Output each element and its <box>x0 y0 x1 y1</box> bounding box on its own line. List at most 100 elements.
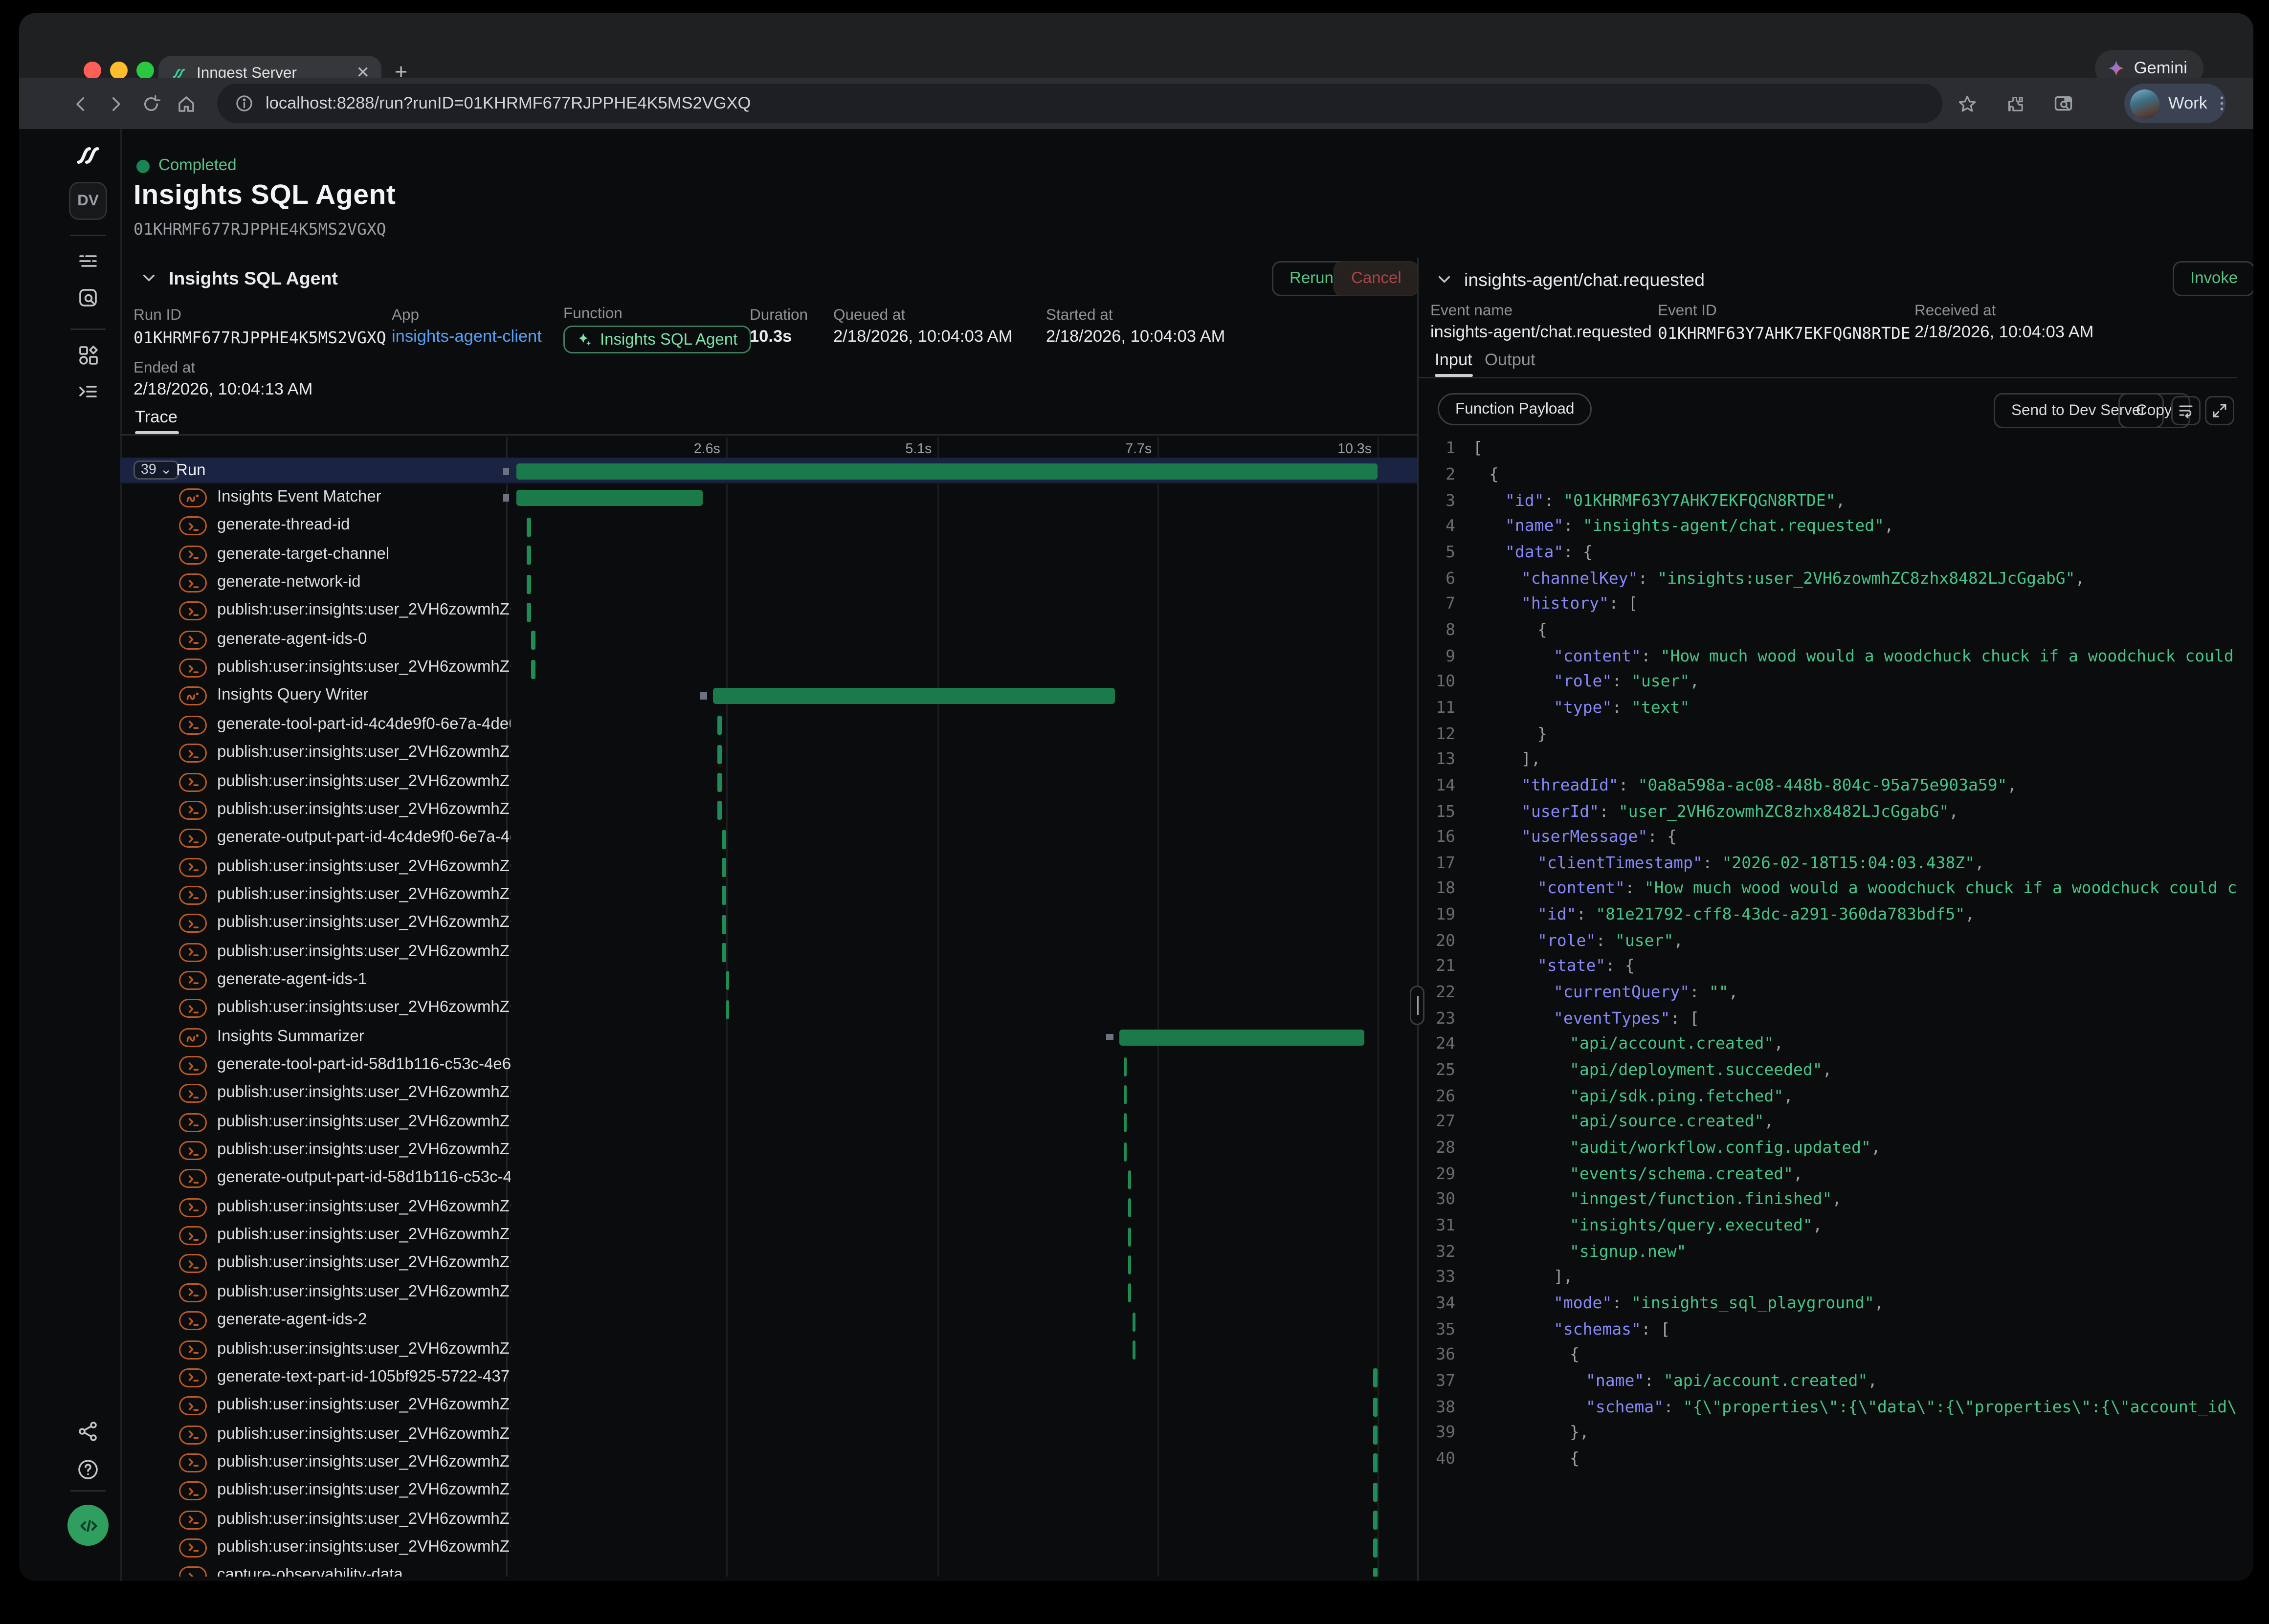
trace-row[interactable]: generate-target-channel <box>120 541 1417 569</box>
trace-row[interactable]: publish:user:insights:user_2VH6zowmhZC8z… <box>120 995 1417 1023</box>
trace-row[interactable]: publish:user:insights:user_2VH6zowmhZC8z… <box>120 597 1417 626</box>
trace-row[interactable]: generate-text-part-id-105bf925-5722-4371… <box>120 1364 1417 1392</box>
step-span-tick[interactable] <box>1132 1312 1136 1331</box>
trace-row[interactable]: generate-tool-part-id-58d1b116-c53c-4e6c… <box>120 1052 1417 1080</box>
step-span-tick[interactable] <box>722 858 726 877</box>
collapse-run-icon[interactable] <box>139 268 158 287</box>
trace-row[interactable]: publish:user:insights:user_2VH6zowmhZC8z… <box>120 1250 1417 1278</box>
inngest-logo[interactable] <box>67 135 109 176</box>
step-span-tick[interactable] <box>1128 1170 1132 1189</box>
sidebar-item-apps[interactable] <box>67 334 109 375</box>
expand-icon[interactable] <box>2205 396 2234 425</box>
bookmark-star-icon[interactable] <box>1951 88 1982 119</box>
function-badge[interactable]: Insights SQL Agent <box>563 326 751 353</box>
trace-row[interactable]: publish:user:insights:user_2VH6zowmhZC8z… <box>120 768 1417 796</box>
trace-row[interactable]: publish:user:insights:user_2VH6zowmhZC8z… <box>120 796 1417 825</box>
sidebar-item-events[interactable] <box>67 277 109 318</box>
tab-input[interactable]: Input <box>1435 352 1472 370</box>
trace-row[interactable]: publish:user:insights:user_2VH6zowmhZC8z… <box>120 654 1417 682</box>
trace-row[interactable]: publish:user:insights:user_2VH6zowmhZC8z… <box>120 1222 1417 1250</box>
step-span-tick[interactable] <box>1373 1567 1377 1577</box>
trace-row[interactable]: capture-observability-data <box>120 1562 1417 1577</box>
close-window-button[interactable] <box>84 62 101 79</box>
step-span-bar[interactable] <box>1119 1029 1365 1045</box>
run-span-bar[interactable] <box>516 463 1378 479</box>
step-span-tick[interactable] <box>722 830 726 849</box>
step-span-tick[interactable] <box>726 1000 730 1019</box>
app-badge[interactable]: DV <box>69 182 107 220</box>
trace-row[interactable]: publish:user:insights:user_2VH6zowmhZC8z… <box>120 881 1417 910</box>
extensions-icon[interactable] <box>2000 88 2030 119</box>
trace-row[interactable]: publish:user:insights:user_2VH6zowmhZC8z… <box>120 1193 1417 1222</box>
trace-row[interactable]: Insights Summarizer <box>120 1023 1417 1052</box>
cancel-button[interactable]: Cancel <box>1334 261 1419 296</box>
trace-row[interactable]: generate-output-part-id-58d1b116-c53c-4e… <box>120 1165 1417 1193</box>
sidebar-item-functions[interactable] <box>67 371 109 412</box>
step-span-tick[interactable] <box>718 801 722 820</box>
reload-icon[interactable] <box>135 88 166 119</box>
step-span-tick[interactable] <box>527 574 531 593</box>
trace-row[interactable]: publish:user:insights:user_2VH6zowmhZC8z… <box>120 1336 1417 1364</box>
trace-row[interactable]: publish:user:insights:user_2VH6zowmhZC8z… <box>120 1421 1417 1449</box>
trace-row[interactable]: publish:user:insights:user_2VH6zowmhZC8z… <box>120 739 1417 768</box>
run-children-count[interactable]: 39 ⌄ <box>133 461 179 480</box>
app-link[interactable]: insights-agent-client <box>392 329 542 346</box>
step-span-tick[interactable] <box>718 773 722 792</box>
event-payload-code[interactable]: 1[2{3"id": "01KHRMF63Y7AHK7EKFQGN8RTDE",… <box>1420 436 2237 1471</box>
trace-row[interactable]: Insights Query Writer <box>120 682 1417 711</box>
step-span-tick[interactable] <box>722 886 726 905</box>
trace-row-run[interactable]: 39 ⌄Run <box>120 458 1417 484</box>
sidebar-item-runs[interactable] <box>67 241 109 282</box>
minimize-window-button[interactable] <box>110 62 128 79</box>
browser-menu-icon[interactable] <box>2206 88 2237 119</box>
step-span-tick[interactable] <box>1373 1454 1377 1473</box>
collapse-event-icon[interactable] <box>1435 270 1454 289</box>
site-info-icon[interactable] <box>235 94 254 113</box>
step-span-tick[interactable] <box>527 546 531 565</box>
step-span-tick[interactable] <box>1124 1142 1128 1161</box>
home-icon[interactable] <box>170 88 201 119</box>
step-span-tick[interactable] <box>722 943 726 962</box>
step-span-tick[interactable] <box>1373 1369 1377 1388</box>
word-wrap-icon[interactable] <box>2171 396 2201 425</box>
back-icon[interactable] <box>65 88 95 119</box>
trace-row[interactable]: publish:user:insights:user_2VH6zowmhZC8z… <box>120 1534 1417 1562</box>
trace-row[interactable]: Insights Event Matcher <box>120 484 1417 512</box>
function-payload-button[interactable]: Function Payload <box>1438 393 1592 425</box>
trace-row[interactable]: publish:user:insights:user_2VH6zowmhZC8z… <box>120 1449 1417 1477</box>
invoke-button[interactable]: Invoke <box>2173 261 2253 296</box>
step-span-tick[interactable] <box>1124 1114 1128 1133</box>
step-span-tick[interactable] <box>1373 1539 1377 1558</box>
step-span-bar[interactable] <box>516 490 703 506</box>
step-span-tick[interactable] <box>1373 1426 1377 1445</box>
trace-row[interactable]: publish:user:insights:user_2VH6zowmhZC8z… <box>120 1137 1417 1165</box>
tab-trace[interactable]: Trace <box>135 409 178 427</box>
trace-row[interactable]: generate-tool-part-id-4c4de9f0-6e7a-4de6… <box>120 711 1417 739</box>
trace-row[interactable]: publish:user:insights:user_2VH6zowmhZC8z… <box>120 1278 1417 1307</box>
forward-icon[interactable] <box>100 88 131 119</box>
trace-row[interactable]: publish:user:insights:user_2VH6zowmhZC8z… <box>120 910 1417 938</box>
share-icon[interactable] <box>67 1411 109 1452</box>
step-span-tick[interactable] <box>1128 1284 1132 1303</box>
help-icon[interactable] <box>67 1449 109 1490</box>
trace-row[interactable]: publish:user:insights:user_2VH6zowmhZC8z… <box>120 1392 1417 1421</box>
trace-row[interactable]: publish:user:insights:user_2VH6zowmhZC8z… <box>120 1080 1417 1108</box>
search-tabs-icon[interactable] <box>2048 88 2079 119</box>
step-span-tick[interactable] <box>1128 1255 1132 1274</box>
step-span-tick[interactable] <box>532 659 535 679</box>
url-bar[interactable]: localhost:8288/run?runID=01KHRMF677RJPPH… <box>217 84 1942 123</box>
trace-row[interactable]: publish:user:insights:user_2VH6zowmhZC8z… <box>120 938 1417 966</box>
step-span-tick[interactable] <box>532 631 535 650</box>
step-span-tick[interactable] <box>527 603 531 622</box>
step-span-tick[interactable] <box>527 518 531 537</box>
step-span-tick[interactable] <box>718 745 722 764</box>
trace-row[interactable]: publish:user:insights:user_2VH6zowmhZC8z… <box>120 1108 1417 1137</box>
step-span-tick[interactable] <box>1124 1057 1128 1076</box>
step-span-tick[interactable] <box>1128 1227 1132 1246</box>
step-span-tick[interactable] <box>1373 1482 1377 1501</box>
trace-row[interactable]: generate-thread-id <box>120 512 1417 541</box>
tab-output[interactable]: Output <box>1485 352 1535 370</box>
trace-row[interactable]: publish:user:insights:user_2VH6zowmhZC8z… <box>120 853 1417 881</box>
step-span-tick[interactable] <box>726 971 730 990</box>
step-span-tick[interactable] <box>722 915 726 934</box>
